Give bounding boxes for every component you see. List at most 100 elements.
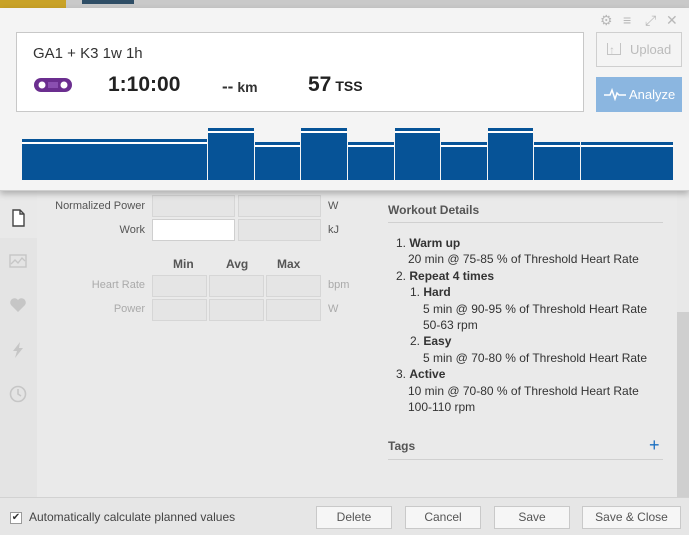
profile-segment[interactable] [301,128,347,180]
tags-title: Tags [388,439,416,453]
profile-segment[interactable] [208,128,254,180]
gear-icon[interactable]: ⚙ [600,13,613,27]
save-close-button[interactable]: Save & Close [582,506,681,529]
background-tab [82,0,134,4]
work-label: Work [119,224,145,236]
workout-duration: 1:10:00 [108,73,181,96]
column-max-header: Max [277,257,301,271]
heart-icon[interactable] [8,295,28,315]
work-unit: kJ [328,224,339,236]
side-tab-rail [0,191,37,497]
upload-icon [607,34,621,67]
workout-step-heading: 1. Warm up [396,236,460,250]
heart-rate-max-input [266,275,321,297]
workout-tss: 57 TSS [308,73,363,97]
workout-step-detail: 5 min @ 90-95 % of Threshold Heart Rate [423,301,648,316]
profile-segment-cap [487,128,534,132]
step-number: 1. [396,236,407,250]
document-icon[interactable] [8,208,28,228]
step-name: Hard [423,285,451,300]
tss-unit: TSS [335,78,363,94]
cancel-button[interactable]: Cancel [405,506,481,529]
footer-bar: ✔ Automatically calculate planned values… [0,497,689,535]
profile-segment[interactable] [580,142,673,180]
step-name: Active [409,367,446,382]
profile-segment[interactable] [441,142,487,180]
power-avg-input [209,299,264,321]
divider [388,222,663,223]
workout-step-detail: 100-110 rpm [408,400,476,414]
workout-details-title: Workout Details [388,203,480,217]
step-number: 1. [410,285,421,300]
column-avg-header: Avg [226,257,249,271]
heart-rate-unit: bpm [328,279,350,291]
upload-label: Upload [630,42,672,57]
clock-icon[interactable] [8,384,28,404]
tss-value: 57 [308,73,332,96]
profile-segment-cap [534,142,580,146]
power-unit: W [328,303,339,315]
profile-segment-cap [394,128,441,132]
profile-segment-cap [254,142,301,146]
workout-title[interactable]: GA1 + K3 1w 1h [33,45,143,62]
auto-calculate-label: Automatically calculate planned values [29,510,236,524]
analyze-button[interactable]: Analyze [596,77,682,112]
close-icon[interactable]: ✕ [666,13,678,27]
power-label: Power [113,303,145,315]
background-accent [0,0,66,8]
window-controls: ⚙ ≡ ⤢ ✕ [600,13,684,29]
workout-step-detail: 10 min @ 70-80 % of Threshold Heart Rate [408,383,639,398]
normalized-power-completed-input [238,195,321,217]
expand-icon[interactable]: ⤢ [645,13,656,27]
step-number: 2. [410,334,421,349]
profile-segment-cap [301,128,347,132]
pulse-icon [604,87,626,101]
profile-segment[interactable] [394,128,441,180]
chart-icon[interactable] [8,251,28,271]
divider [388,459,663,460]
profile-segment[interactable] [22,138,208,180]
workout-header-panel: GA1 + K3 1w 1h 1:10:00 -- km 57 TSS ⚙ ≡ ⤢ … [0,8,689,191]
lightning-icon[interactable] [8,340,28,360]
upload-button[interactable]: Upload [596,32,682,67]
heart-rate-label: Heart Rate [91,279,145,291]
heart-rate-min-input [152,275,207,297]
profile-segment-cap [348,142,394,146]
add-tag-icon[interactable]: + [649,435,660,456]
background-app-strip [0,0,689,8]
profile-segment-cap [580,142,673,146]
profile-segment-cap [441,142,487,146]
workout-edit-content [37,191,677,497]
step-name: Repeat 4 times [409,268,495,283]
profile-segment[interactable] [348,142,394,180]
workout-distance: -- km [222,77,258,97]
workout-step-detail: 5 min @ 70-80 % of Threshold Heart Rate [423,350,648,365]
workout-step-heading: 2. Repeat 4 times [396,269,494,283]
column-min-header: Min [173,257,194,271]
power-max-input [266,299,321,321]
profile-segment[interactable] [534,142,580,180]
distance-unit: km [237,79,258,95]
scrollbar[interactable] [677,312,689,497]
workout-step-heading: 3. Active [396,367,445,381]
step-number: 3. [396,367,407,382]
save-button[interactable]: Save [494,506,570,529]
profile-segment-cap [208,128,254,132]
workout-intensity-profile [22,126,674,180]
workout-step-detail: 20 min @ 75-85 % of Threshold Heart Rate [408,252,639,267]
menu-icon[interactable]: ≡ [623,13,631,27]
profile-segment[interactable] [254,142,301,180]
normalized-power-label: Normalized Power [55,200,145,212]
delete-button[interactable]: Delete [316,506,392,529]
step-name: Easy [423,334,452,349]
step-name: Warm up [409,236,461,250]
analyze-label: Analyze [629,87,676,102]
work-planned-input[interactable] [152,219,235,241]
step-number: 2. [396,268,407,283]
profile-segment[interactable] [487,128,534,180]
workout-summary-card: GA1 + K3 1w 1h 1:10:00 -- km 57 TSS [16,32,584,112]
distance-value: -- [222,77,234,96]
auto-calculate-checkbox[interactable]: ✔ [10,512,22,524]
heart-rate-avg-input [209,275,264,297]
normalized-power-planned-input [152,195,235,217]
